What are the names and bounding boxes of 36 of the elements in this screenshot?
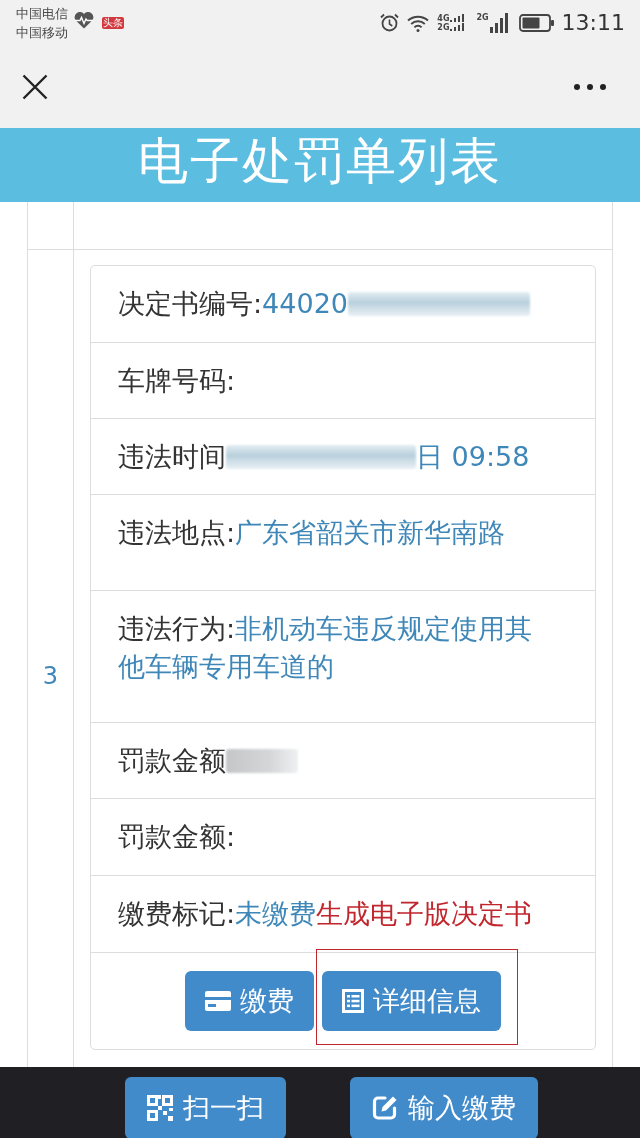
- field-label: 罚款金额: [118, 744, 226, 778]
- edit-icon: [372, 1095, 398, 1121]
- heart-pulse-icon: [74, 10, 94, 29]
- field-label: 违法时间: [118, 440, 226, 474]
- field-text: 车牌号码:: [118, 364, 236, 398]
- page-title: 电子处罚单列表: [138, 132, 502, 190]
- field-text: 罚款金额:: [118, 820, 236, 854]
- annotation-text: 生成电子版决定书: [316, 897, 533, 931]
- field-text: 违法地点:广东省韶关市新华南路: [118, 516, 506, 550]
- details-button[interactable]: 详细信息: [322, 971, 501, 1031]
- field-text: 违法行为:非机动车违反规定使用其他车辆专用车道的: [118, 612, 534, 684]
- scan-button[interactable]: 扫一扫: [125, 1077, 286, 1138]
- list-icon: [342, 989, 364, 1013]
- field-label: 决定书编号:: [118, 287, 263, 321]
- pay-button[interactable]: 缴费: [185, 971, 314, 1031]
- carrier-name: 中国电信: [16, 4, 68, 23]
- network-label: 2G: [476, 12, 489, 22]
- credit-card-icon: [205, 991, 231, 1011]
- close-icon[interactable]: [22, 73, 48, 100]
- row-index: 3: [42, 660, 59, 692]
- more-icon[interactable]: [574, 83, 606, 90]
- field-value: 44020: [262, 287, 348, 321]
- field-text: 缴费标记:未缴费: [118, 897, 317, 931]
- enter-payment-button[interactable]: 输入缴费: [350, 1077, 538, 1138]
- network-label: 4G: [437, 13, 450, 23]
- clock-time: 13:11: [561, 9, 625, 36]
- signal-icon: [450, 13, 467, 32]
- field-value: 日 09:58: [416, 440, 530, 474]
- redaction-blur: [226, 749, 298, 773]
- notification-badge: 头条: [102, 16, 124, 29]
- battery-icon: [518, 13, 554, 32]
- signal-icon: [489, 12, 508, 33]
- qr-code-icon: [147, 1095, 173, 1121]
- carrier-name: 中国移动: [16, 23, 68, 42]
- network-label: 2G: [437, 22, 450, 32]
- alarm-icon: [380, 13, 400, 32]
